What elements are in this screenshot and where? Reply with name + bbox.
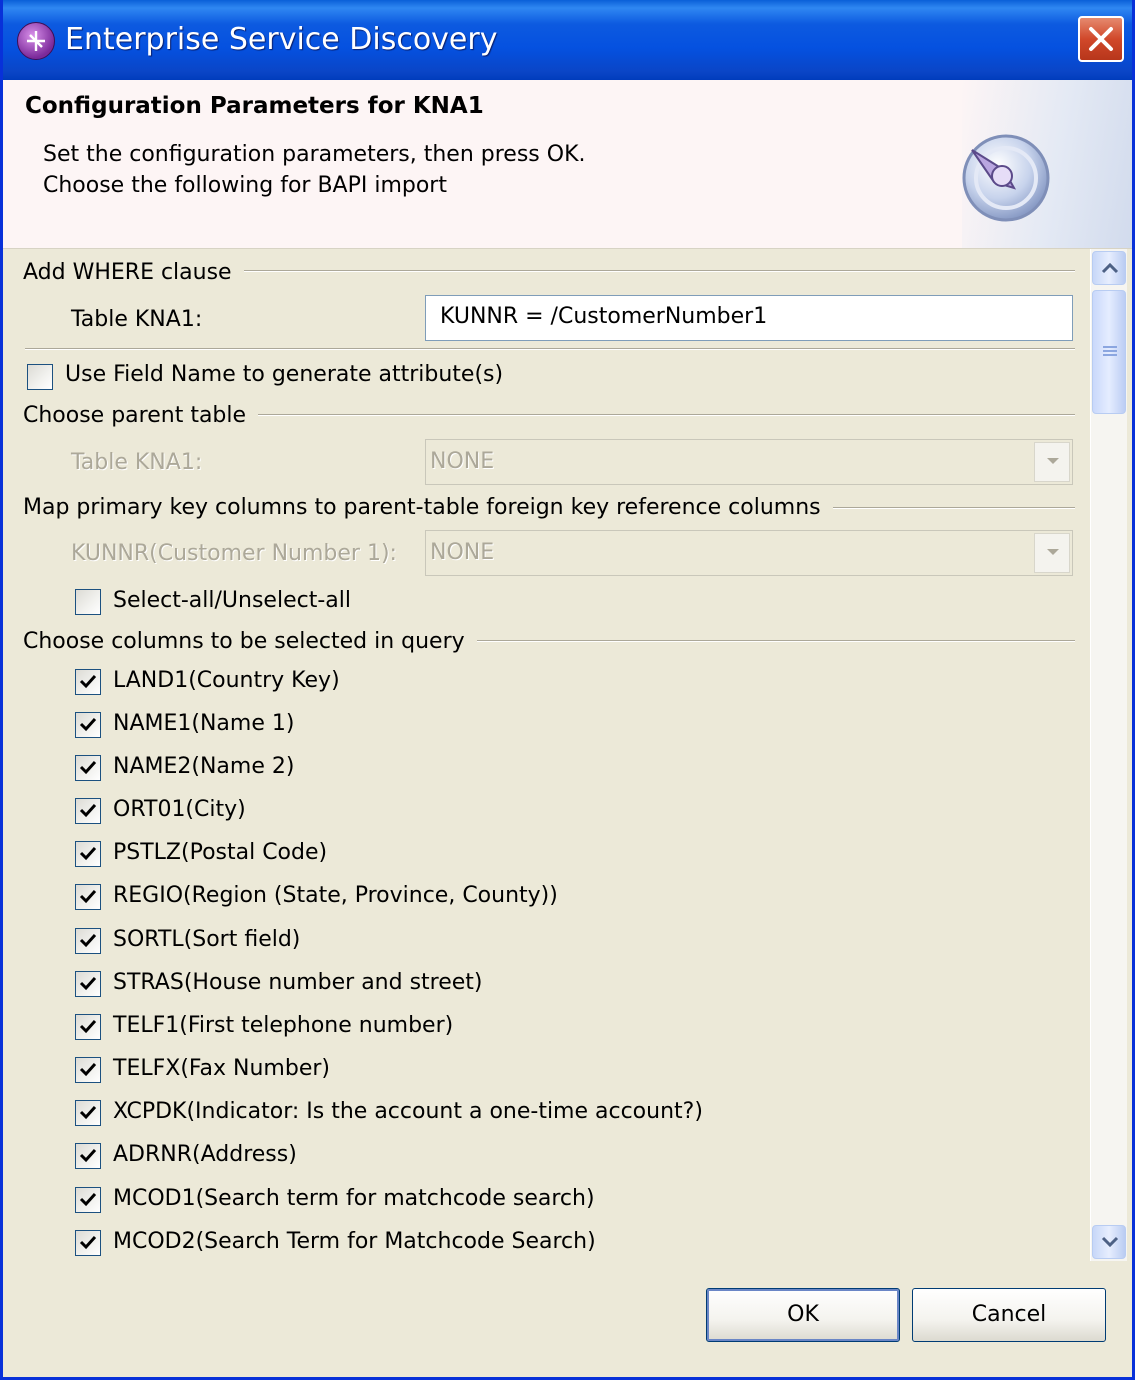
- key-column-selected: NONE: [430, 540, 495, 565]
- column-label[interactable]: ADRNR(Address): [113, 1142, 297, 1167]
- title-bar[interactable]: Enterprise Service Discovery: [3, 0, 1132, 80]
- column-label[interactable]: REGIO(Region (State, Province, County)): [113, 883, 558, 908]
- checkmark-icon: [79, 1192, 97, 1207]
- cancel-button[interactable]: Cancel: [912, 1288, 1106, 1342]
- column-checkbox[interactable]: [75, 755, 101, 781]
- chevron-down-icon: [1047, 549, 1059, 555]
- column-label[interactable]: TELF1(First telephone number): [113, 1013, 453, 1038]
- chevron-down-icon: [1101, 1236, 1119, 1248]
- column-checkbox[interactable]: [75, 1057, 101, 1083]
- checkmark-icon: [79, 976, 97, 991]
- scroll-up-button[interactable]: [1092, 251, 1126, 285]
- use-field-name-checkbox[interactable]: [27, 364, 53, 390]
- page-description-line2: Choose the following for BAPI import: [43, 173, 447, 198]
- checkmark-icon: [79, 1062, 97, 1077]
- column-checkbox[interactable]: [75, 1187, 101, 1213]
- checkmark-icon: [79, 717, 97, 732]
- chevron-up-icon: [1101, 262, 1119, 274]
- where-clause-group-title: Add WHERE clause: [23, 260, 244, 285]
- checkmark-icon: [79, 1148, 97, 1163]
- checkmark-icon: [79, 1105, 97, 1120]
- scroll-down-button[interactable]: [1092, 1225, 1126, 1259]
- where-clause-input[interactable]: KUNNR = /CustomerNumber1: [425, 295, 1073, 341]
- column-checkbox[interactable]: [75, 1014, 101, 1040]
- ok-button[interactable]: OK: [706, 1288, 900, 1342]
- discovery-wizard-icon: [962, 134, 1050, 222]
- page-description-line1: Set the configuration parameters, then p…: [43, 142, 586, 167]
- column-checkbox[interactable]: [75, 928, 101, 954]
- parent-table-group-title: Choose parent table: [23, 403, 259, 428]
- where-table-label: Table KNA1:: [71, 307, 203, 332]
- close-icon: [1089, 27, 1113, 51]
- column-label[interactable]: MCOD1(Search term for matchcode search): [113, 1186, 595, 1211]
- checkmark-icon: [79, 1235, 97, 1250]
- checkmark-icon: [79, 760, 97, 775]
- vertical-scrollbar[interactable]: [1090, 249, 1127, 1261]
- wizard-header: Configuration Parameters for KNA1 Set th…: [3, 80, 1132, 249]
- column-label[interactable]: NAME2(Name 2): [113, 754, 294, 779]
- checkmark-icon: [79, 846, 97, 861]
- column-label[interactable]: NAME1(Name 1): [113, 711, 294, 736]
- window-title: Enterprise Service Discovery: [65, 22, 498, 57]
- column-checkbox[interactable]: [75, 1230, 101, 1256]
- column-checkbox[interactable]: [75, 712, 101, 738]
- parent-table-dropdown[interactable]: NONE: [425, 439, 1073, 485]
- column-label[interactable]: MCOD2(Search Term for Matchcode Search): [113, 1229, 596, 1254]
- checkmark-icon: [79, 803, 97, 818]
- page-title: Configuration Parameters for KNA1: [25, 93, 484, 119]
- column-label[interactable]: PSTLZ(Postal Code): [113, 840, 327, 865]
- column-label[interactable]: ORT01(City): [113, 797, 246, 822]
- configuration-panel: Add WHERE clause Table KNA1: KUNNR = /Cu…: [3, 248, 1088, 1268]
- key-mapping-group-title: Map primary key columns to parent-table …: [23, 495, 833, 520]
- checkmark-icon: [79, 674, 97, 689]
- column-checkbox[interactable]: [75, 971, 101, 997]
- chevron-down-icon: [1047, 458, 1059, 464]
- dropdown-button[interactable]: [1034, 533, 1070, 573]
- column-checkbox[interactable]: [75, 798, 101, 824]
- select-all-checkbox[interactable]: [75, 589, 101, 615]
- column-checkbox[interactable]: [75, 669, 101, 695]
- column-checkbox[interactable]: [75, 1100, 101, 1126]
- select-all-label[interactable]: Select-all/Unselect-all: [113, 588, 351, 613]
- column-checkbox[interactable]: [75, 1143, 101, 1169]
- close-button[interactable]: [1078, 16, 1124, 62]
- checkmark-icon: [79, 933, 97, 948]
- dropdown-button[interactable]: [1034, 442, 1070, 482]
- column-checkbox[interactable]: [75, 884, 101, 910]
- use-field-name-label[interactable]: Use Field Name to generate attribute(s): [65, 362, 503, 387]
- grip-icon: [1103, 346, 1117, 356]
- column-label[interactable]: XCPDK(Indicator: Is the account a one-ti…: [113, 1099, 703, 1124]
- columns-group-title: Choose columns to be selected in query: [23, 629, 477, 654]
- checkmark-icon: [79, 1019, 97, 1034]
- parent-table-label: Table KNA1:: [71, 450, 203, 475]
- app-icon: [17, 22, 55, 60]
- key-column-label: KUNNR(Customer Number 1):: [71, 541, 397, 566]
- scroll-thumb[interactable]: [1092, 290, 1126, 414]
- checkmark-icon: [79, 889, 97, 904]
- column-label[interactable]: SORTL(Sort field): [113, 927, 300, 952]
- column-label[interactable]: STRAS(House number and street): [113, 970, 483, 995]
- group-separator: [25, 348, 1075, 350]
- column-label[interactable]: LAND1(Country Key): [113, 668, 340, 693]
- column-label[interactable]: TELFX(Fax Number): [113, 1056, 330, 1081]
- key-column-dropdown[interactable]: NONE: [425, 530, 1073, 576]
- parent-table-selected: NONE: [430, 449, 495, 474]
- column-checkbox[interactable]: [75, 841, 101, 867]
- dialog-window: Enterprise Service Discovery Configurati…: [0, 0, 1135, 1380]
